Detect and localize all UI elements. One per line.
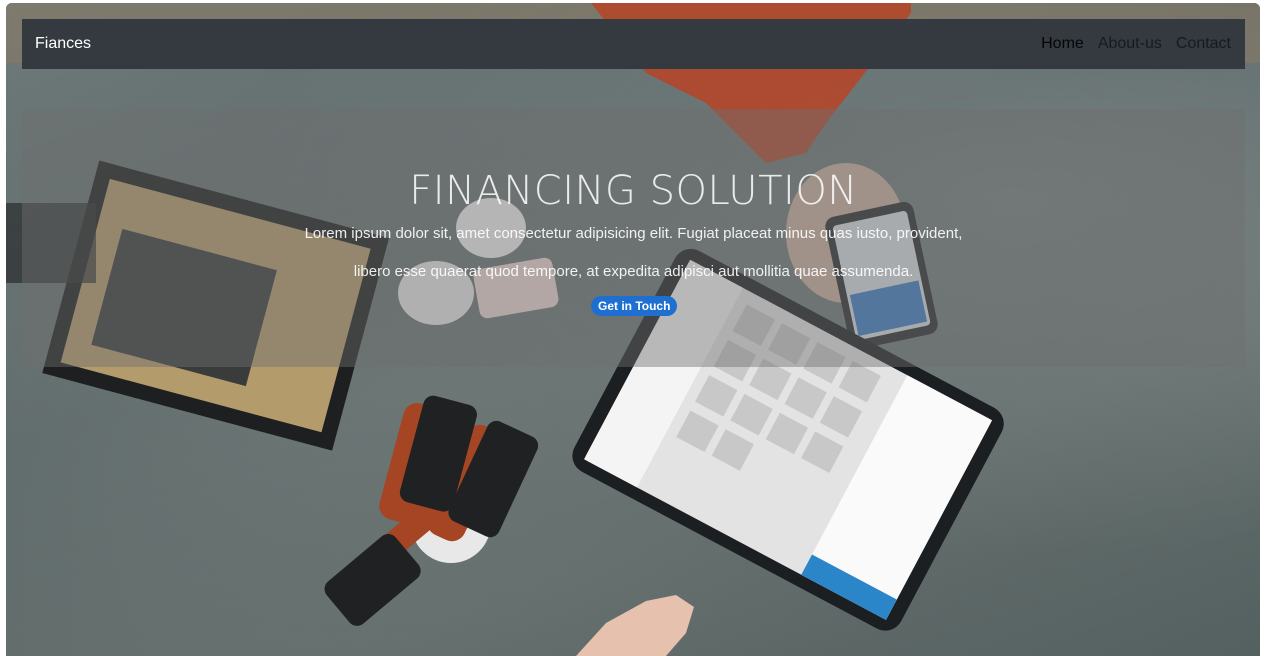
nav-link-about-us[interactable]: About-us [1091, 35, 1169, 53]
top-navbar: Fiances Home About-us Contact [22, 19, 1245, 69]
hero-description: Lorem ipsum dolor sit, amet consectetur … [22, 215, 1245, 291]
get-in-touch-button[interactable]: Get in Touch [591, 296, 678, 316]
nav-link-contact[interactable]: Contact [1169, 35, 1231, 53]
page-frame: Fiances Home About-us Contact FINANCING … [6, 3, 1260, 656]
nav-link-home[interactable]: Home [1034, 35, 1091, 53]
nav-links: Home About-us Contact [1034, 35, 1231, 53]
hero-title: FINANCING SOLUTION [409, 168, 858, 214]
hero-description-line-2: libero esse quaerat quod tempore, at exp… [353, 263, 914, 280]
hero-description-line-1: Lorem ipsum dolor sit, amet consectetur … [304, 225, 963, 242]
brand-logo-link[interactable]: Fiances [35, 35, 91, 53]
hero-jumbotron: FINANCING SOLUTION Lorem ipsum dolor sit… [22, 109, 1245, 367]
